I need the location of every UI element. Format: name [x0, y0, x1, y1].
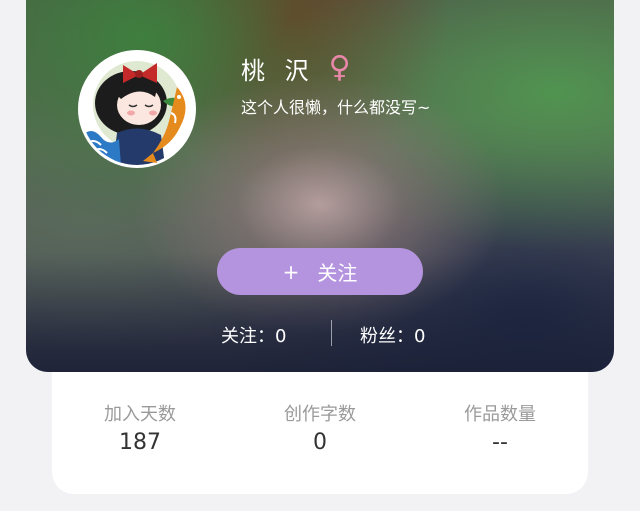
profile-header-card: 桃 沢 ♀ 这个人很懒，什么都没写~ + 关注 关注：0 粉丝：0: [26, 0, 614, 372]
stat-label: 加入天数: [104, 404, 176, 425]
stat-label: 作品数量: [464, 404, 536, 425]
follow-button[interactable]: + 关注: [217, 248, 423, 295]
profile-name: 桃 沢: [241, 56, 315, 85]
stat-join-days: 加入天数 187: [60, 404, 220, 458]
stat-value: --: [492, 430, 508, 455]
fans-count[interactable]: 粉丝：0: [360, 322, 425, 348]
stats-card: 加入天数 187 创作字数 0 作品数量 --: [52, 372, 588, 494]
stat-value: 187: [119, 430, 161, 455]
stat-value: 0: [313, 430, 327, 455]
stat-label: 创作字数: [284, 404, 356, 425]
plus-icon: +: [282, 259, 300, 284]
avatar-girl-icon: [81, 53, 193, 165]
profile-bio: 这个人很懒，什么都没写~: [241, 98, 431, 117]
follow-button-label: 关注: [317, 261, 358, 285]
counts-divider: [331, 320, 332, 346]
female-gender-icon: ♀: [328, 50, 351, 85]
stat-works-count: 作品数量 --: [420, 404, 580, 458]
stat-word-count: 创作字数 0: [240, 404, 400, 458]
profile-page: 桃 沢 ♀ 这个人很懒，什么都没写~ + 关注 关注：0 粉丝：0 加入天数 1…: [0, 0, 640, 511]
avatar[interactable]: [78, 50, 196, 168]
following-count[interactable]: 关注：0: [221, 322, 286, 348]
profile-name-row: 桃 沢 ♀: [241, 50, 351, 86]
social-counts: 关注：0 粉丝：0: [26, 318, 614, 348]
